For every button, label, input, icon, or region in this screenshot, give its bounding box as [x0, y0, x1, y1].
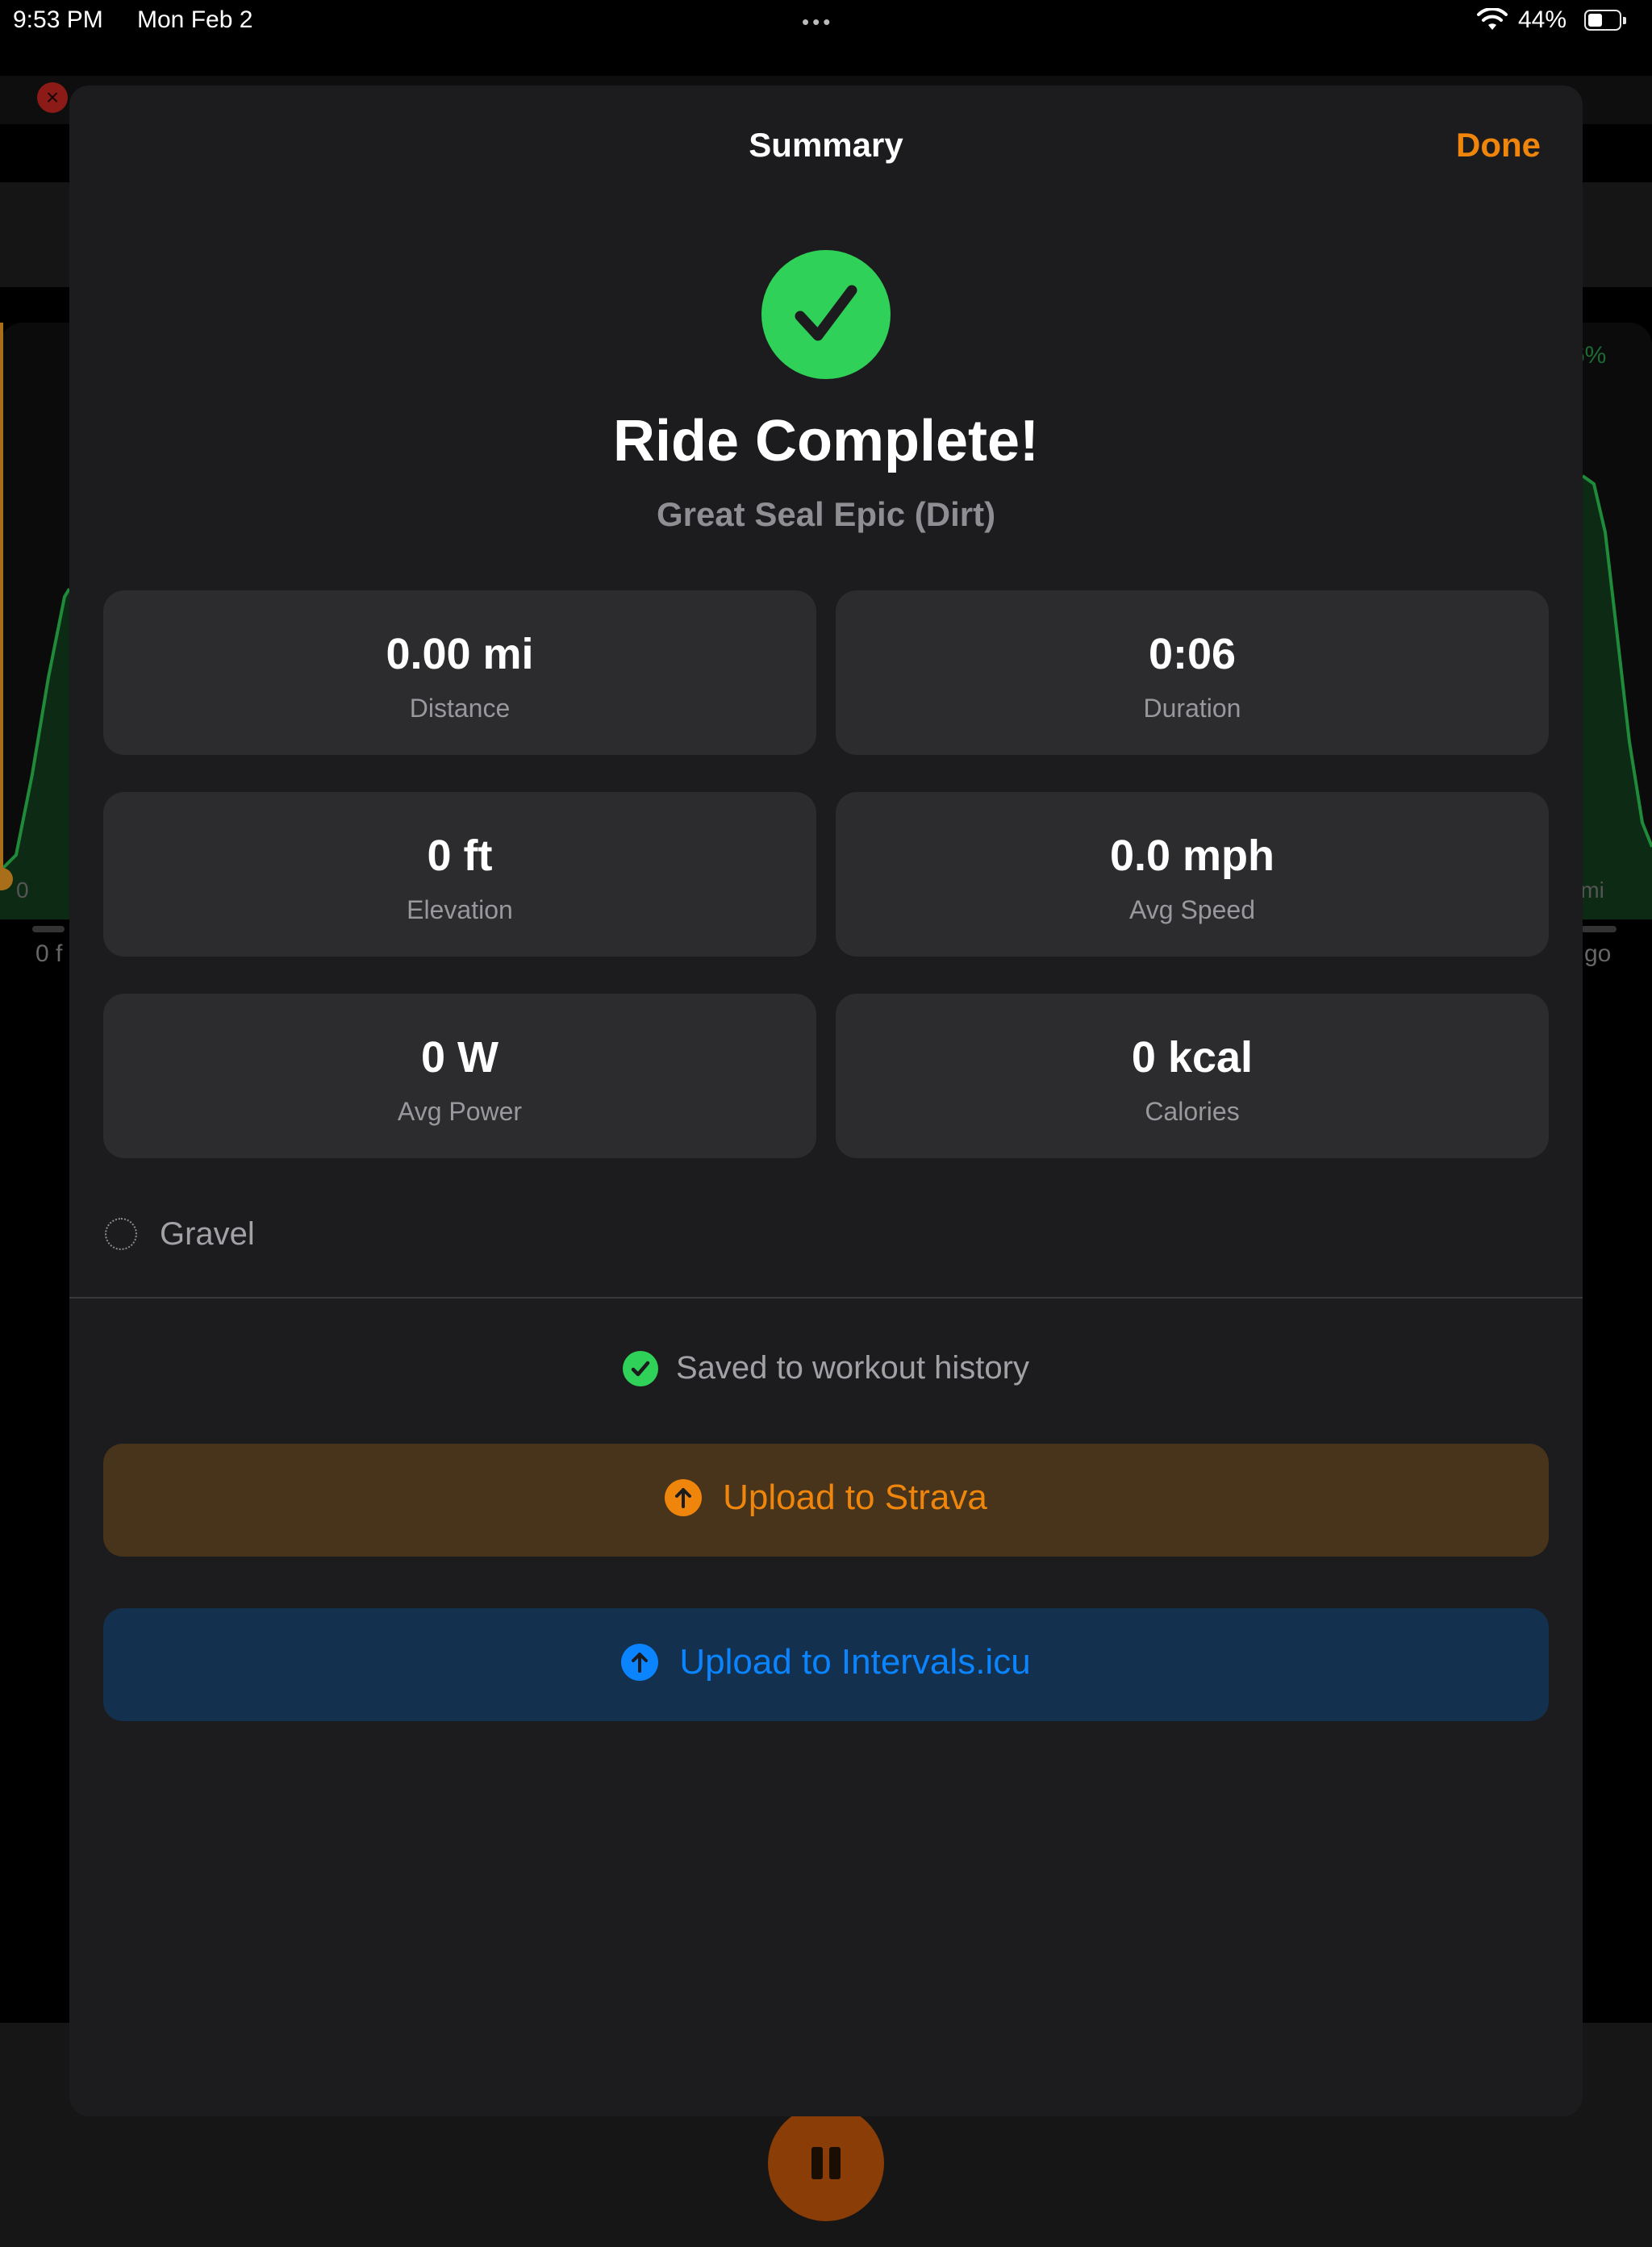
- bike-type-label: Gravel: [160, 1216, 255, 1252]
- upload-to-strava-label: Upload to Strava: [723, 1478, 987, 1517]
- background-time-label: go: [1584, 940, 1612, 967]
- background-elevation-label: 0 f: [35, 940, 63, 967]
- summary-sheet: Summary Done Ride Complete! Great Seal E…: [69, 85, 1583, 2116]
- multitasking-dots-icon[interactable]: •••: [802, 10, 833, 35]
- status-date: Mon Feb 2: [137, 6, 253, 33]
- close-icon: ×: [37, 82, 68, 113]
- stat-value: 0.0 mph: [1109, 832, 1275, 880]
- stat-label: Elevation: [407, 895, 513, 924]
- battery-icon: [1584, 10, 1626, 31]
- background-track: [32, 926, 65, 932]
- stat-label: Duration: [1143, 694, 1241, 723]
- done-button[interactable]: Done: [1456, 126, 1541, 165]
- upload-to-intervals-label: Upload to Intervals.icu: [679, 1642, 1031, 1682]
- stat-label: Calories: [1145, 1097, 1240, 1126]
- stat-card-avg-speed: 0.0 mph Avg Speed: [836, 792, 1549, 957]
- status-bar: 9:53 PM Mon Feb 2 ••• 44%: [0, 0, 1652, 44]
- radio-icon[interactable]: [105, 1218, 137, 1250]
- stat-card-elevation: 0 ft Elevation: [103, 792, 816, 957]
- stat-label: Avg Power: [397, 1097, 523, 1126]
- stat-card-distance: 0.00 mi Distance: [103, 590, 816, 755]
- upload-to-intervals-button[interactable]: Upload to Intervals.icu: [103, 1608, 1549, 1721]
- checkmark-circle-icon: [623, 1350, 658, 1386]
- stat-card-calories: 0 kcal Calories: [836, 994, 1549, 1158]
- saved-status: Saved to workout history: [69, 1350, 1583, 1399]
- stat-value: 0.00 mi: [386, 630, 534, 678]
- wifi-icon: [1476, 6, 1508, 32]
- stat-value: 0 kcal: [1131, 1033, 1254, 1082]
- status-time: 9:53 PM: [13, 6, 103, 33]
- stat-value: 0:06: [1148, 630, 1237, 678]
- battery-percent: 44%: [1518, 6, 1567, 33]
- background-track: [1581, 926, 1617, 932]
- checkmark-circle-icon: [761, 250, 891, 379]
- pause-icon: [768, 2105, 884, 2221]
- stat-card-avg-power: 0 W Avg Power: [103, 994, 816, 1158]
- sheet-title: Summary: [749, 126, 903, 164]
- saved-status-text: Saved to workout history: [676, 1350, 1029, 1386]
- divider: [69, 1297, 1583, 1299]
- stats-grid: 0.00 mi Distance 0:06 Duration 0 ft Elev…: [103, 590, 1549, 1158]
- stat-value: 0 W: [420, 1033, 499, 1082]
- stat-label: Avg Speed: [1129, 895, 1255, 924]
- route-name: Great Seal Epic (Dirt): [656, 495, 996, 533]
- ride-complete-title: Ride Complete!: [612, 409, 1040, 473]
- stat-label: Distance: [409, 694, 511, 723]
- arrow-up-circle-icon: [665, 1479, 703, 1516]
- background-axis-start: 0: [16, 878, 29, 903]
- upload-to-strava-button[interactable]: Upload to Strava: [103, 1444, 1549, 1557]
- arrow-up-circle-icon: [621, 1644, 659, 1681]
- stat-value: 0 ft: [427, 832, 493, 880]
- stat-card-duration: 0:06 Duration: [836, 590, 1549, 755]
